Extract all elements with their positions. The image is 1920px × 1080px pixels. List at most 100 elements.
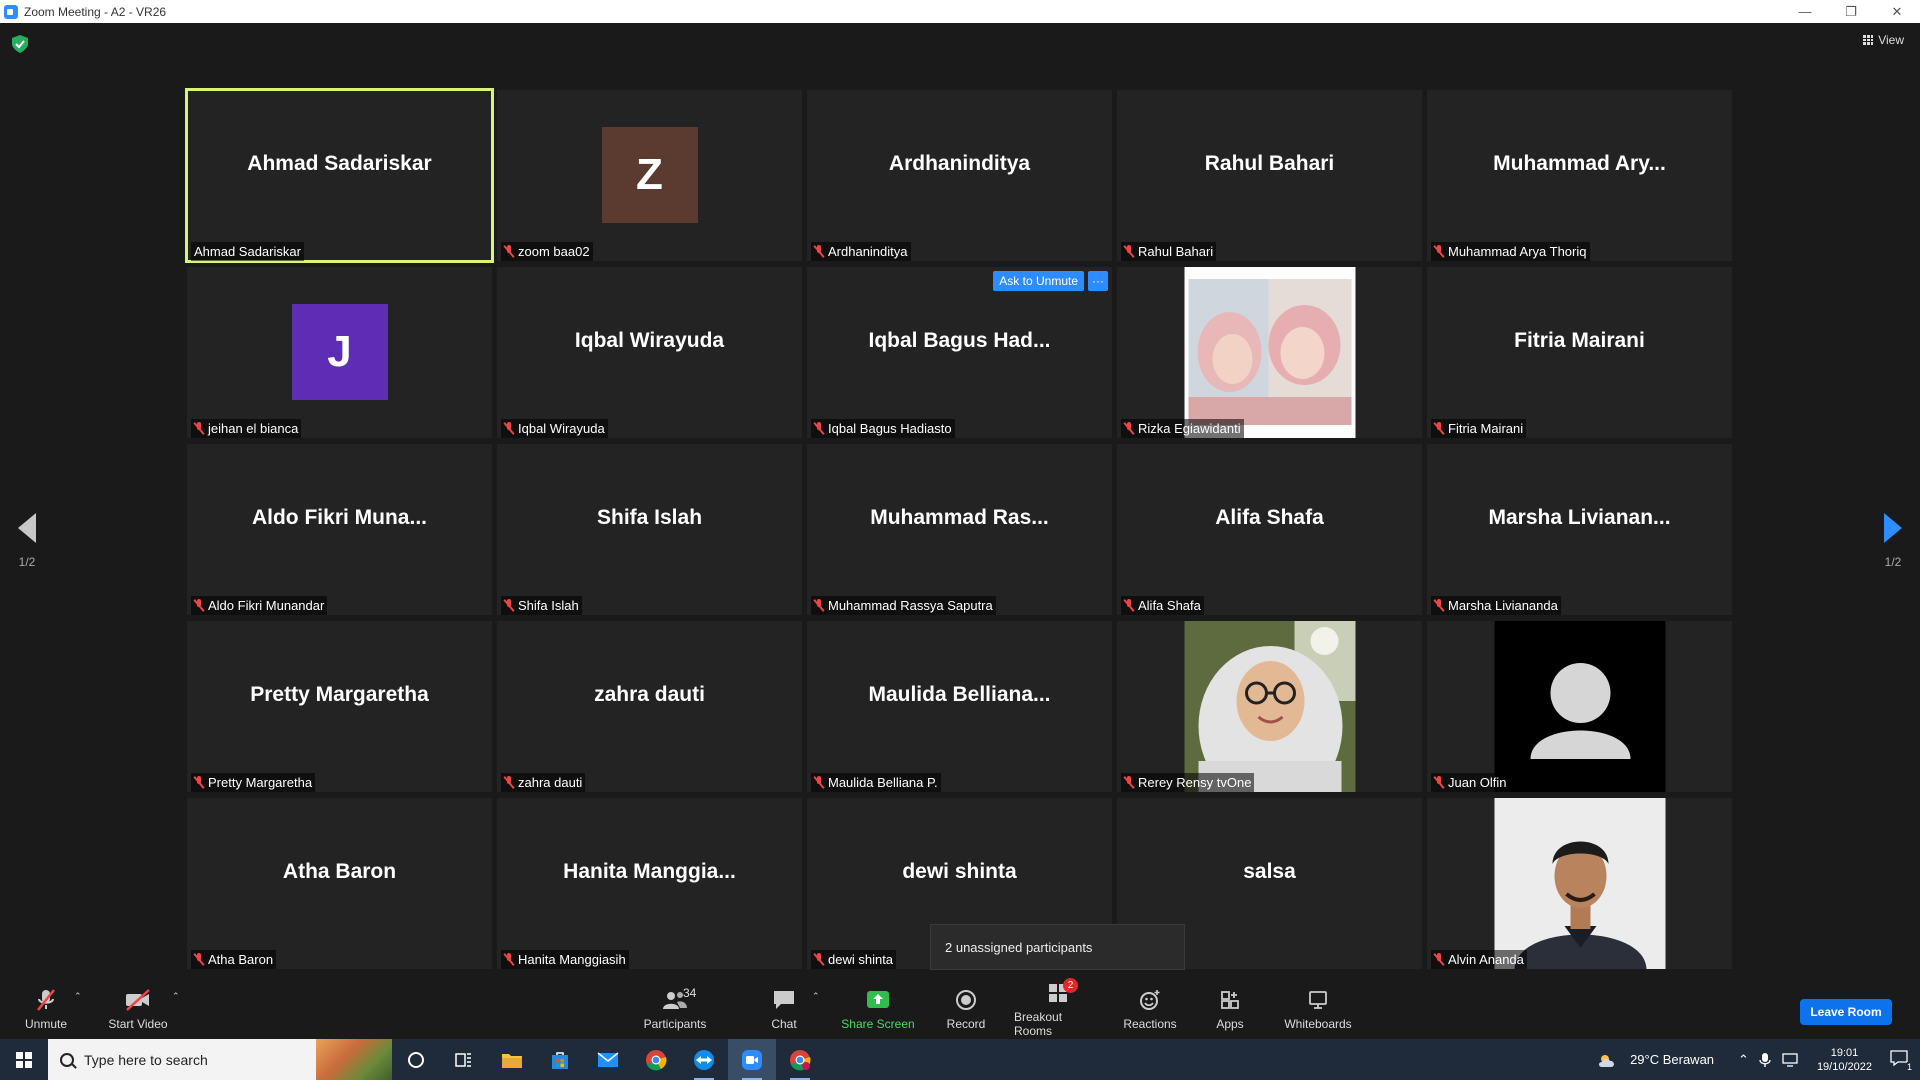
cortana-button[interactable]: [392, 1039, 440, 1080]
meeting-toolbar: Unmute ⌃ Start Video ⌃ 34 Participants C…: [0, 977, 1920, 1039]
microphone-muted-icon: [504, 422, 514, 435]
participant-tile[interactable]: Hanita Manggia... Hanita Manggiasih: [497, 798, 802, 969]
taskbar-chrome-profile[interactable]: [776, 1039, 824, 1080]
participant-video-image: [1184, 621, 1355, 792]
share-screen-button[interactable]: Share Screen: [840, 979, 916, 1039]
weather-text[interactable]: 29°C Berawan: [1630, 1052, 1714, 1067]
participant-display-name: Ahmad Sadariskar: [247, 151, 432, 175]
apps-label: Apps: [1216, 1016, 1244, 1031]
whiteboard-icon: [1304, 988, 1332, 1012]
taskbar-file-explorer[interactable]: [488, 1039, 536, 1080]
taskbar-zoom[interactable]: [728, 1039, 776, 1080]
notification-center-button[interactable]: 1: [1890, 1049, 1912, 1072]
participant-name-label: jeihan el bianca: [191, 419, 302, 438]
apps-button[interactable]: Apps: [1212, 979, 1248, 1039]
taskbar-chrome[interactable]: [632, 1039, 680, 1080]
reactions-button[interactable]: Reactions: [1122, 979, 1178, 1039]
start-button[interactable]: [0, 1039, 48, 1080]
network-icon[interactable]: [1781, 1052, 1799, 1068]
microphone-muted-icon: [194, 953, 204, 966]
more-options-button[interactable]: ···: [1088, 271, 1108, 291]
participant-name-label: Marsha Liviananda: [1431, 596, 1561, 615]
participant-tile[interactable]: Rerey Rensy tvOne: [1117, 621, 1422, 792]
participant-grid: Ahmad Sadariskar Ahmad Sadariskar Zzoom ba…: [185, 88, 1732, 969]
participant-name-text: dewi shinta: [828, 952, 894, 967]
taskbar-search[interactable]: Type here to search: [48, 1039, 392, 1080]
breakout-rooms-button[interactable]: 2 Breakout Rooms: [1014, 977, 1102, 1039]
share-options-caret-icon[interactable]: ⌃: [812, 991, 820, 1002]
participant-tile[interactable]: Pretty Margaretha Pretty Margaretha: [187, 621, 492, 792]
participant-tile[interactable]: Muhammad Ary... Muhammad Arya Thoriq: [1427, 90, 1732, 261]
start-video-button[interactable]: Start Video: [106, 979, 170, 1039]
show-hidden-icons-chevron-icon[interactable]: ⌃: [1738, 1052, 1749, 1068]
shield-icon[interactable]: [12, 35, 28, 53]
participant-display-name: Muhammad Ary...: [1493, 151, 1666, 175]
taskbar-teamviewer[interactable]: [680, 1039, 728, 1080]
participant-video: [1494, 621, 1665, 792]
restore-button[interactable]: ❐: [1828, 0, 1874, 23]
participant-name-text: zoom baa02: [518, 244, 590, 259]
mail-envelope-icon: [597, 1051, 619, 1067]
unassigned-participants-popup[interactable]: 2 unassigned participants: [930, 924, 1185, 970]
view-label: View: [1878, 33, 1904, 47]
participant-tile[interactable]: Aldo Fikri Muna... Aldo Fikri Munandar: [187, 444, 492, 615]
participant-display-name: Muhammad Ras...: [870, 505, 1049, 529]
participant-tile-active-speaker[interactable]: Ahmad Sadariskar Ahmad Sadariskar: [185, 88, 494, 263]
participant-tile[interactable]: Ardhaninditya Ardhaninditya: [807, 90, 1112, 261]
participant-name-label: Alifa Shafa: [1121, 596, 1204, 615]
microphone-muted-icon: [504, 245, 514, 258]
microphone-muted-icon: [1434, 599, 1444, 612]
view-button[interactable]: View: [1863, 33, 1904, 47]
participant-tile[interactable]: Shifa Islah Shifa Islah: [497, 444, 802, 615]
unmute-label: Unmute: [24, 1016, 68, 1031]
chat-button[interactable]: Chat: [766, 979, 802, 1039]
task-view-icon: [455, 1052, 471, 1067]
share-screen-label: Share Screen: [841, 1016, 915, 1031]
participant-display-name: zahra dauti: [594, 682, 705, 706]
participant-tile[interactable]: Muhammad Ras... Muhammad Rassya Saputra: [807, 444, 1112, 615]
notification-icon: [1890, 1049, 1908, 1066]
microphone-muted-icon: [1434, 422, 1444, 435]
participant-tile[interactable]: Alvin Ananda: [1427, 798, 1732, 969]
participant-tile[interactable]: Jjeihan el bianca: [187, 267, 492, 438]
taskbar-microsoft-store[interactable]: [536, 1039, 584, 1080]
whiteboards-button[interactable]: Whiteboards: [1282, 979, 1354, 1039]
taskbar-mail[interactable]: [584, 1039, 632, 1080]
task-view-button[interactable]: [440, 1039, 488, 1080]
participant-tile[interactable]: Rahul Bahari Rahul Bahari: [1117, 90, 1422, 261]
leave-room-button[interactable]: Leave Room: [1800, 999, 1892, 1025]
chat-label: Chat: [771, 1016, 797, 1031]
participant-tile[interactable]: Alifa Shafa Alifa Shafa: [1117, 444, 1422, 615]
system-tray: 29°C Berawan ⌃ 19:01 19/10/2022 1: [1596, 1039, 1920, 1080]
search-icon: [60, 1052, 74, 1067]
video-options-caret-icon[interactable]: ⌃: [172, 991, 180, 1002]
participant-name-text: jeihan el bianca: [208, 421, 299, 436]
participant-tile[interactable]: Iqbal Wirayuda Iqbal Wirayuda: [497, 267, 802, 438]
participant-tile[interactable]: Juan Olfin: [1427, 621, 1732, 792]
record-button[interactable]: Record: [946, 979, 986, 1039]
close-button[interactable]: ✕: [1874, 0, 1920, 23]
store-bag-icon: [552, 1051, 568, 1069]
participant-tile[interactable]: zahra dauti zahra dauti: [497, 621, 802, 792]
microphone-icon[interactable]: [1759, 1052, 1771, 1068]
participant-tile[interactable]: Marsha Livianan... Marsha Liviananda: [1427, 444, 1732, 615]
ask-to-unmute-button[interactable]: Ask to Unmute: [993, 271, 1084, 291]
participant-tile[interactable]: Rizka Egiawidanti: [1117, 267, 1422, 438]
unmute-button[interactable]: Unmute: [22, 979, 70, 1039]
participant-tile[interactable]: Maulida Belliana... Maulida Belliana P.: [807, 621, 1112, 792]
clock-time: 19:01: [1830, 1046, 1859, 1059]
microphone-muted-icon: [1124, 245, 1134, 258]
next-page-button[interactable]: 1/2: [1884, 513, 1902, 569]
participant-tile[interactable]: Atha Baron Atha Baron: [187, 798, 492, 969]
minimize-button[interactable]: —: [1782, 0, 1828, 23]
previous-page-button[interactable]: 1/2: [18, 513, 36, 569]
participant-tile[interactable]: Fitria Mairani Fitria Mairani: [1427, 267, 1732, 438]
audio-options-caret-icon[interactable]: ⌃: [74, 991, 82, 1002]
microphone-muted-icon: [814, 245, 824, 258]
participant-tile[interactable]: Zzoom baa02: [497, 90, 802, 261]
participant-placeholder-icon: [1494, 621, 1665, 792]
participant-name-label: Rizka Egiawidanti: [1121, 419, 1244, 438]
taskbar-clock[interactable]: 19:01 19/10/2022: [1817, 1046, 1872, 1074]
participants-button[interactable]: 34 Participants: [640, 979, 710, 1039]
participant-tile[interactable]: Iqbal Bagus Had... Iqbal Bagus Hadiasto As…: [807, 267, 1112, 438]
